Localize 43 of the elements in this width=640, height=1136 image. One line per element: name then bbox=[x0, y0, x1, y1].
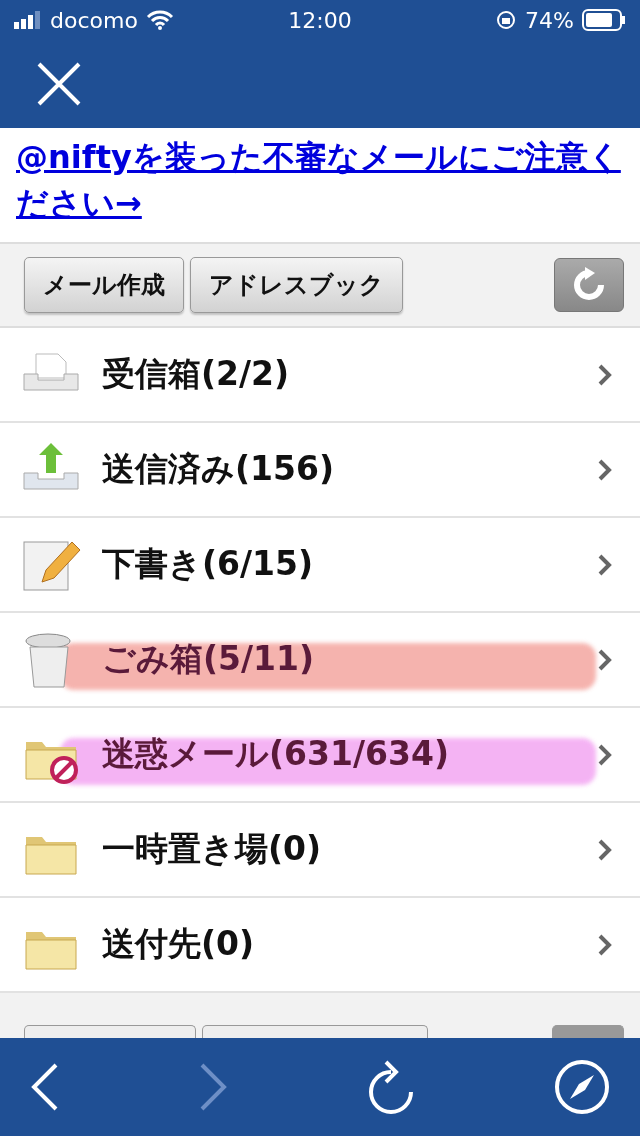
browser-nav-button[interactable] bbox=[30, 1063, 60, 1111]
folder-label: 送付先(0) bbox=[102, 923, 255, 965]
toolbar-button[interactable]: メール作成 bbox=[24, 257, 184, 313]
reload-icon bbox=[366, 1060, 416, 1114]
compass-icon bbox=[554, 1059, 610, 1115]
browser-nav-button[interactable] bbox=[366, 1060, 416, 1114]
forward-icon bbox=[198, 1063, 228, 1111]
folder-label: 迷惑メール(631/634) bbox=[102, 733, 449, 775]
folder-row[interactable]: 送信済み(156) bbox=[0, 423, 640, 518]
chevron-icon bbox=[598, 743, 612, 766]
browser-nav-button[interactable] bbox=[554, 1059, 610, 1115]
folder-row[interactable]: 一時置き場(0) bbox=[0, 803, 640, 898]
signal-icon bbox=[14, 11, 42, 29]
folder-row[interactable]: 下書き(6/15) bbox=[0, 518, 640, 613]
wifi-icon bbox=[145, 10, 174, 30]
clock-time: 12:00 bbox=[288, 7, 352, 33]
refresh-button[interactable] bbox=[554, 258, 624, 312]
chevron-icon bbox=[598, 553, 612, 576]
toolbar-button[interactable]: アドレスブック bbox=[190, 257, 403, 313]
folder-row[interactable]: ごみ箱(5/11) bbox=[0, 613, 640, 708]
battery-icon bbox=[582, 9, 626, 31]
folder-label: 受信箱(2/2) bbox=[102, 353, 290, 395]
folder-label: 一時置き場(0) bbox=[102, 828, 322, 870]
refresh-icon bbox=[571, 267, 607, 303]
folder-label: 送信済み(156) bbox=[102, 448, 335, 490]
battery-percent: 74% bbox=[525, 7, 574, 33]
carrier-name: docomo bbox=[50, 7, 138, 33]
folder-row[interactable]: 受信箱(2/2) bbox=[0, 328, 640, 423]
warning-link[interactable]: @niftyを装った不審なメールにご注意ください→ bbox=[16, 134, 624, 226]
rotation-lock-icon bbox=[495, 9, 518, 31]
close-icon bbox=[36, 61, 82, 107]
toolbar-button[interactable] bbox=[24, 1025, 196, 1038]
chevron-icon bbox=[598, 838, 612, 861]
chevron-icon bbox=[598, 933, 612, 956]
folder-row[interactable]: 迷惑メール(631/634) bbox=[0, 708, 640, 803]
chevron-icon bbox=[598, 458, 612, 481]
close-button[interactable] bbox=[36, 61, 82, 107]
folder-label: 下書き(6/15) bbox=[102, 543, 314, 585]
folder-label: ごみ箱(5/11) bbox=[102, 638, 315, 680]
chevron-icon bbox=[598, 648, 612, 671]
back-icon bbox=[30, 1063, 60, 1111]
toolbar-button[interactable] bbox=[202, 1025, 428, 1038]
chevron-icon bbox=[598, 363, 612, 386]
